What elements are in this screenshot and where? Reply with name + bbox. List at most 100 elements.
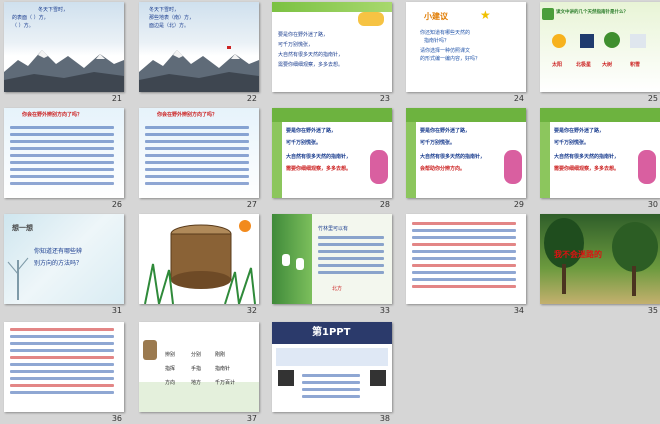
tree-illustration <box>7 257 29 300</box>
slide-number: 37 <box>246 414 257 423</box>
slide-preview: 要是你在野外迷了路， 可千万别慌张， 大自然有很多天然的指南针， 需要你细细观察… <box>272 2 392 92</box>
slide-number: 32 <box>246 306 257 315</box>
mountain-image <box>4 50 124 92</box>
slide-preview: 第1PPT <box>272 322 392 412</box>
slide-preview: 冬天下雪时， 那些地表（南）方， 面边是（北）方。 <box>139 2 259 92</box>
slide-number: 25 <box>647 94 658 103</box>
slide-text: （ ）方。 <box>12 23 34 29</box>
star-image <box>580 34 594 48</box>
slide-number: 29 <box>513 200 524 209</box>
slide-preview: 要是你在野外迷了路， 可千万别慌张。 大自然有很多天然的指南针， 需要你细细观察… <box>540 108 660 198</box>
bamboo-image <box>272 214 312 304</box>
word: 地方 <box>191 380 202 386</box>
slide-title: 你会在野外辨别方向了吗？ <box>157 112 218 118</box>
slide-text: 那些地表（南）方， <box>149 15 195 21</box>
slide-number: 34 <box>513 306 524 315</box>
slide-text: 请你选择一种仿照课文 <box>420 48 471 54</box>
slide-preview: 辨别 分别 刚刚 指挥 手指 指南针 方向 地方 千万百计 <box>139 322 259 412</box>
slide-number: 33 <box>379 306 390 315</box>
word: 手指 <box>191 366 202 372</box>
word: 指南针 <box>215 366 231 372</box>
slide-text: 你还知道有哪些天然的 <box>420 30 471 36</box>
slide-text: 可千万别慌张， <box>278 42 314 48</box>
qr-code-image <box>278 370 294 386</box>
slide-text: 你知道还有哪些辨 <box>34 248 83 255</box>
mountain-image <box>139 46 259 92</box>
sun-icon <box>552 34 566 48</box>
slide-text: 可千万别慌张。 <box>420 140 456 146</box>
slide-number: 38 <box>379 414 390 423</box>
slide-number: 23 <box>379 94 390 103</box>
slide-number: 22 <box>246 94 257 103</box>
slide-number: 28 <box>379 200 390 209</box>
qr-code-image <box>370 370 386 386</box>
slide-text: 可千万别慌张。 <box>286 140 322 146</box>
slide-preview: 竹林里可以有 北方 <box>272 214 392 304</box>
slide-text: 大自然有很多天然的指南针， <box>278 52 344 58</box>
slide-title: 第1PPT <box>312 327 351 338</box>
slide-title: 想一想 <box>12 224 33 232</box>
slide-preview <box>406 214 526 304</box>
slide-text: 需要你细细观察，多多去想。 <box>286 166 352 172</box>
character-illustration <box>370 150 388 184</box>
slide-text: 需要你细细观察，多多去想。 <box>278 62 344 68</box>
slide-text: 要是你在野外迷了路， <box>554 128 605 134</box>
slide-preview: 读文中讲的几个天然指南针是什么？ 太阳 北极星 大树 积雪 <box>540 2 660 92</box>
tree-stump-illustration <box>144 220 256 304</box>
star-icon: ★ <box>480 8 491 22</box>
character-illustration <box>638 150 656 184</box>
character-illustration <box>504 150 522 184</box>
slide-text: 面边是（北）方。 <box>149 23 190 29</box>
slide-preview <box>4 322 124 412</box>
slide-number: 31 <box>111 306 122 315</box>
slide-preview: 要是你在野外迷了路， 可千万别慌张。 大自然有很多天然的指南针， 需要你细细观察… <box>272 108 392 198</box>
slide-number: 21 <box>111 94 122 103</box>
slide-number: 26 <box>111 200 122 209</box>
book-icon <box>542 8 554 20</box>
slide-text: 冬天下雪时， <box>149 7 180 13</box>
slide-text: 大自然有很多天然的指南针， <box>554 154 620 160</box>
word: 千万百计 <box>215 380 236 386</box>
slide-preview: 冬天下雪时， 的表面（ ）方， （ ）方。 <box>4 2 124 92</box>
slide-title: 小建议 <box>424 12 448 21</box>
slide-sorter-grid: 冬天下雪时， 的表面（ ）方， （ ）方。 21 冬天下雪时， 那些地表（南）方… <box>0 0 660 424</box>
slide-text: 太阳 <box>552 62 563 68</box>
slide-preview <box>139 214 259 304</box>
slide-preview: 小建议 ★ 你还知道有哪些天然的 指南针吗？ 请你选择一种仿照课文 的形式编一编… <box>406 2 526 92</box>
word: 方向 <box>165 380 176 386</box>
word: 指挥 <box>165 366 176 372</box>
snow-image <box>630 34 646 48</box>
slide-number: 30 <box>647 200 658 209</box>
slide-text: 指南针吗？ <box>424 38 450 44</box>
slide-text: 会帮助你分辨方向。 <box>420 166 466 172</box>
tree-image <box>604 32 620 48</box>
teacher-illustration <box>143 340 157 360</box>
slide-text: 别方向的方法吗？ <box>34 260 83 267</box>
slide-text: 可千万别慌张。 <box>554 140 590 146</box>
slide-preview: 你会在野外辨别方向了吗？ <box>139 108 259 198</box>
slide-text: 要是你在野外迷了路， <box>278 32 329 38</box>
slide-number: 24 <box>513 94 524 103</box>
slide-preview: 要是你在野外迷了路， 可千万别慌张。 大自然有很多天然的指南针， 会帮助你分辨方… <box>406 108 526 198</box>
slide-title: 你会在野外辨别方向了吗？ <box>22 112 83 118</box>
slide-text: 北方 <box>332 286 343 292</box>
slide-preview: 你会在野外辨别方向了吗？ <box>4 108 124 198</box>
word: 刚刚 <box>215 352 226 358</box>
slide-title: 我不会迷路的 <box>554 250 602 259</box>
slide-text: 要是你在野外迷了路， <box>420 128 471 134</box>
slide-preview: 我不会迷路的 <box>540 214 660 304</box>
slide-text: 大自然有很多天然的指南针， <box>286 154 352 160</box>
slide-number: 36 <box>111 414 122 423</box>
slide-text: 需要你细细观察，多多去想。 <box>554 166 620 172</box>
slide-number: 35 <box>647 306 658 315</box>
slide-text: 大树 <box>602 62 613 68</box>
slide-text: 的表面（ ）方， <box>12 15 49 21</box>
slide-number: 27 <box>246 200 257 209</box>
word: 辨别 <box>165 352 176 358</box>
slide-preview: 想一想 你知道还有哪些辨 别方向的方法吗？ <box>4 214 124 304</box>
slide-text: 的形式编一编内容，好吗？ <box>420 56 481 62</box>
slide-text: 要是你在野外迷了路， <box>286 128 337 134</box>
slide-text: 北极星 <box>576 62 592 68</box>
slide-text: 读文中讲的几个天然指南针是什么？ <box>556 10 628 15</box>
slide-text: 大自然有很多天然的指南针， <box>420 154 486 160</box>
